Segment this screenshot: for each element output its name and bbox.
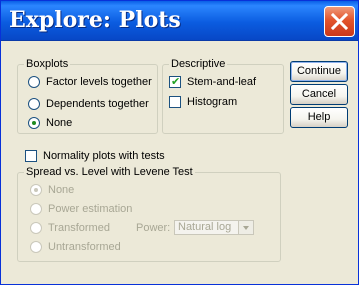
title-bar[interactable]: Explore: Plots xyxy=(1,1,358,41)
spread-none-label: None xyxy=(48,184,75,196)
factor-levels-label: Factor levels together xyxy=(46,76,152,88)
spread-vs-level-group: Spread vs. Level with Levene Test None P… xyxy=(17,165,281,262)
histogram-label: Histogram xyxy=(187,96,238,108)
stem-and-leaf-checkbox[interactable] xyxy=(169,75,181,89)
dependents-together-radio[interactable] xyxy=(28,98,40,110)
power-estimation-label: Power estimation xyxy=(48,203,133,215)
stem-and-leaf-label: Stem-and-leaf xyxy=(187,76,257,88)
boxplots-title: Boxplots xyxy=(24,57,71,71)
continue-button[interactable]: Continue xyxy=(290,61,348,82)
dependents-together-label: Dependents together xyxy=(46,98,149,110)
boxplots-none-label: None xyxy=(46,117,73,129)
histogram-checkbox[interactable] xyxy=(169,96,181,108)
close-icon xyxy=(330,12,349,31)
spread-vs-level-title: Spread vs. Level with Levene Test xyxy=(24,165,195,179)
power-estimation-radio[interactable] xyxy=(30,203,42,215)
normality-plots-checkbox[interactable] xyxy=(25,150,37,162)
radio-dependents-together[interactable]: Dependents together xyxy=(28,97,149,111)
transformed-radio[interactable] xyxy=(30,222,42,234)
normality-plots-option[interactable]: Normality plots with tests xyxy=(25,149,165,163)
factor-levels-radio[interactable] xyxy=(28,76,40,88)
untransformed-radio[interactable] xyxy=(30,241,42,253)
transformed-label: Transformed xyxy=(48,222,110,234)
descriptive-title: Descriptive xyxy=(169,57,228,71)
boxplots-group: Boxplots Factor levels together Dependen… xyxy=(17,57,158,134)
cancel-button[interactable]: Cancel xyxy=(290,84,348,105)
histogram-option[interactable]: Histogram xyxy=(169,95,237,109)
descriptive-group: Descriptive Stem-and-leaf Histogram xyxy=(162,57,284,134)
help-button[interactable]: Help xyxy=(290,107,348,128)
window-title: Explore: Plots xyxy=(9,7,181,33)
chevron-down-icon[interactable] xyxy=(238,221,253,234)
transformed-option[interactable]: Transformed xyxy=(30,221,110,235)
power-label: Power: xyxy=(136,222,171,234)
untransformed-label: Untransformed xyxy=(48,241,121,253)
power-dropdown[interactable]: Natural log xyxy=(174,220,254,235)
power-dropdown-value: Natural log xyxy=(178,221,232,233)
explore-plots-dialog: Explore: Plots Boxplots Factor levels to… xyxy=(0,0,359,285)
close-button[interactable] xyxy=(324,6,355,37)
boxplots-none-radio[interactable] xyxy=(28,117,40,129)
stem-and-leaf-option[interactable]: Stem-and-leaf xyxy=(169,75,256,89)
radio-boxplots-none[interactable]: None xyxy=(28,116,72,130)
spread-none-option[interactable]: None xyxy=(30,183,74,197)
spread-none-radio[interactable] xyxy=(30,184,42,196)
power-estimation-option[interactable]: Power estimation xyxy=(30,202,132,216)
radio-factor-levels-together[interactable]: Factor levels together xyxy=(28,75,152,89)
untransformed-option[interactable]: Untransformed xyxy=(30,240,121,254)
normality-plots-label: Normality plots with tests xyxy=(43,150,165,162)
